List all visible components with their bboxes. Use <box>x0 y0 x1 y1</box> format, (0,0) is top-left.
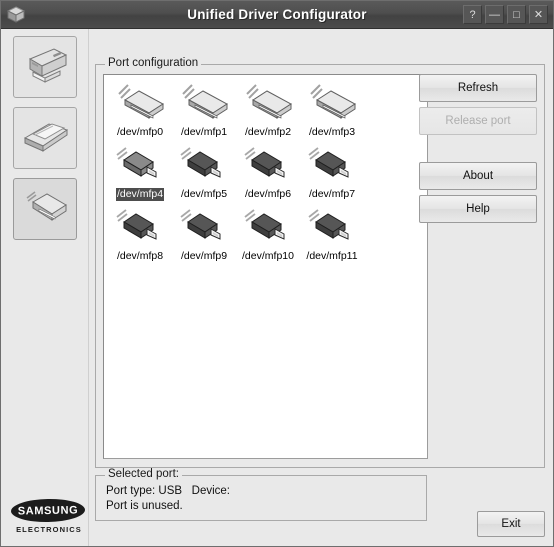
titlebar-button-group: ? — □ ✕ <box>463 5 553 24</box>
port-label: /dev/mfp0 <box>116 126 164 138</box>
titlebar-maximize-button[interactable]: □ <box>507 5 526 24</box>
port-label: /dev/mfp9 <box>180 250 228 262</box>
main-panel: Port configuration /dev/mfp0/dev/mfp1/de… <box>89 29 553 546</box>
parallel-port-icon <box>113 81 167 125</box>
port-item[interactable]: /dev/mfp7 <box>300 143 364 201</box>
port-label: /dev/mfp2 <box>244 126 292 138</box>
titlebar-close-button[interactable]: ✕ <box>529 5 548 24</box>
port-list[interactable]: /dev/mfp0/dev/mfp1/dev/mfp2/dev/mfp3/dev… <box>103 74 428 459</box>
titlebar-help-button[interactable]: ? <box>463 5 482 24</box>
usb-port-icon <box>177 143 231 187</box>
samsung-logo: SAMSUNG ELECTRONICS <box>10 498 87 534</box>
usb-port-icon <box>305 205 359 249</box>
help-button[interactable]: Help <box>419 195 537 223</box>
scanner-icon <box>19 116 71 161</box>
port-configuration-legend: Port configuration <box>105 57 202 69</box>
release-port-button[interactable]: Release port <box>419 107 537 135</box>
sidebar-item-printers-configuration[interactable] <box>13 36 77 98</box>
port-label: /dev/mfp1 <box>180 126 228 138</box>
port-label: /dev/mfp7 <box>308 188 356 200</box>
usb-port-icon <box>113 143 167 187</box>
title-bar[interactable]: Unified Driver Configurator ? — □ ✕ <box>1 1 553 29</box>
samsung-logo-text: SAMSUNG <box>17 503 79 518</box>
application-window: Unified Driver Configurator ? — □ ✕ SAMS… <box>0 0 554 547</box>
port-item[interactable]: /dev/mfp1 <box>172 81 236 139</box>
port-action-button-group: Refresh Release port About Help <box>419 74 537 228</box>
port-grid: /dev/mfp0/dev/mfp1/dev/mfp2/dev/mfp3/dev… <box>104 75 427 267</box>
usb-port-icon <box>241 205 295 249</box>
selected-port-group: Selected port: Port type: USB Device: Po… <box>95 468 427 521</box>
port-item[interactable]: /dev/mfp9 <box>172 205 236 263</box>
port-item[interactable]: /dev/mfp2 <box>236 81 300 139</box>
titlebar-minimize-button[interactable]: — <box>485 5 504 24</box>
port-item[interactable]: /dev/mfp10 <box>236 205 300 263</box>
sidebar-item-ports-configuration[interactable] <box>13 178 77 240</box>
exit-button[interactable]: Exit <box>477 511 545 537</box>
printer-icon <box>20 43 70 92</box>
port-label: /dev/mfp4 <box>115 188 165 201</box>
samsung-logo-subtext: ELECTRONICS <box>16 525 82 534</box>
port-configuration-group: Port configuration /dev/mfp0/dev/mfp1/de… <box>95 57 545 468</box>
port-item[interactable]: /dev/mfp6 <box>236 143 300 201</box>
sidebar-item-scanners-configuration[interactable] <box>13 107 77 169</box>
usb-port-icon <box>113 205 167 249</box>
usb-port-icon <box>177 205 231 249</box>
about-button[interactable]: About <box>419 162 537 190</box>
port-item[interactable]: /dev/mfp3 <box>300 81 364 139</box>
selected-port-status: Port type: USB Device: Port is unused. <box>106 484 420 514</box>
port-item[interactable]: /dev/mfp0 <box>108 81 172 139</box>
port-type-line: Port type: USB Device: <box>106 485 230 497</box>
refresh-button[interactable]: Refresh <box>419 74 537 102</box>
port-label: /dev/mfp8 <box>116 250 164 262</box>
port-item[interactable]: /dev/mfp8 <box>108 205 172 263</box>
usb-port-icon <box>305 143 359 187</box>
port-label: /dev/mfp3 <box>308 126 356 138</box>
app-cube-icon <box>5 4 27 26</box>
samsung-logo-ellipse: SAMSUNG <box>10 498 86 523</box>
port-status-line: Port is unused. <box>106 500 183 512</box>
port-item[interactable]: /dev/mfp11 <box>300 205 364 263</box>
port-label: /dev/mfp11 <box>306 250 358 262</box>
usb-port-icon <box>241 143 295 187</box>
parallel-port-icon <box>241 81 295 125</box>
port-item[interactable]: /dev/mfp5 <box>172 143 236 201</box>
port-label: /dev/mfp10 <box>242 250 294 262</box>
exit-button-wrapper: Exit <box>477 511 545 537</box>
port-icon <box>19 186 71 233</box>
window-body: SAMSUNG ELECTRONICS Port configuration /… <box>1 29 553 546</box>
port-label: /dev/mfp5 <box>180 188 228 200</box>
parallel-port-icon <box>305 81 359 125</box>
sidebar: SAMSUNG ELECTRONICS <box>1 29 89 546</box>
parallel-port-icon <box>177 81 231 125</box>
port-item[interactable]: /dev/mfp4 <box>108 143 172 201</box>
port-label: /dev/mfp6 <box>244 188 292 200</box>
selected-port-legend: Selected port: <box>105 468 182 480</box>
